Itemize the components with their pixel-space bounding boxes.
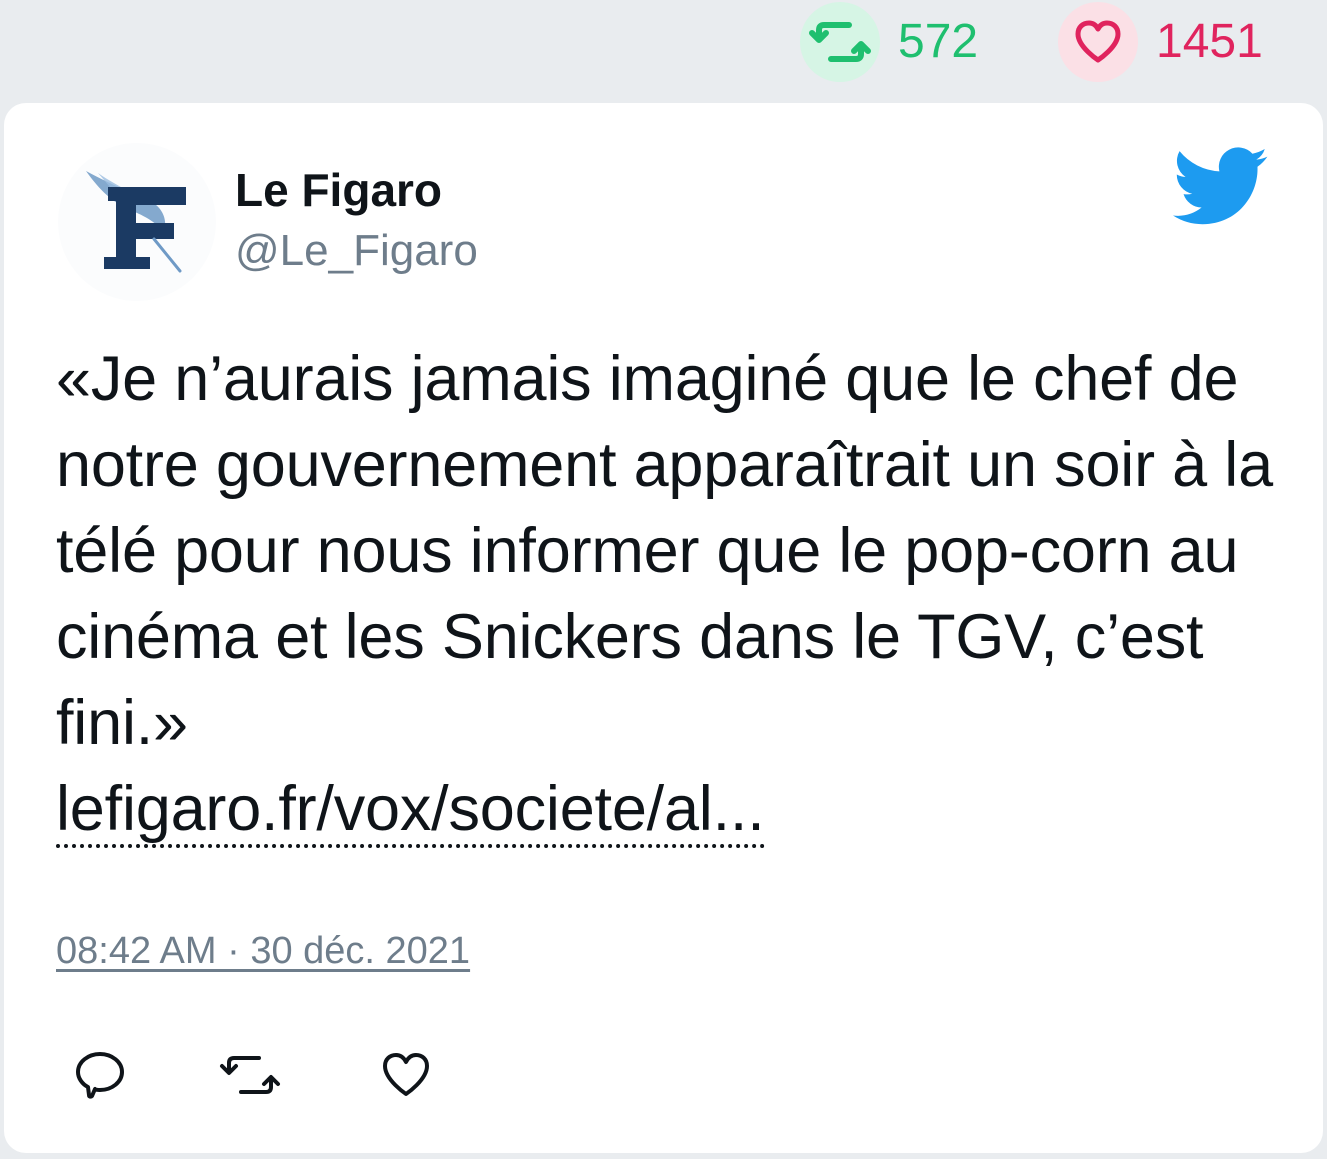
author-name[interactable]: Le Figaro [235, 165, 442, 216]
heart-icon [381, 1052, 431, 1103]
reply-button[interactable] [70, 1047, 130, 1107]
like-count: 1451 [1156, 15, 1263, 68]
tweet-stats-bar: 572 1451 [0, 0, 1327, 100]
like-stat[interactable]: 1451 [1058, 2, 1263, 82]
heart-icon [1058, 2, 1138, 82]
retweet-count: 572 [898, 15, 979, 68]
retweet-stat[interactable]: 572 [800, 2, 978, 82]
tweet-text: «Je n’aurais jamais imaginé que le chef … [56, 336, 1286, 852]
le-figaro-logo [86, 171, 186, 273]
retweet-icon [219, 1053, 281, 1102]
avatar[interactable] [58, 143, 216, 301]
retweet-icon [800, 2, 880, 82]
tweet-body: «Je n’aurais jamais imaginé que le chef … [56, 344, 1273, 758]
author-handle[interactable]: @Le_Figaro [235, 226, 478, 275]
retweet-button[interactable] [220, 1047, 280, 1107]
tweet-link[interactable]: lefigaro.fr/vox/societe/al... [56, 774, 765, 848]
like-button[interactable] [376, 1047, 436, 1107]
reply-icon [74, 1050, 126, 1105]
tweet-card: Le Figaro @Le_Figaro «Je n’aurais jamais… [4, 103, 1323, 1153]
twitter-bird-icon[interactable] [1173, 147, 1269, 227]
tweet-timestamp[interactable]: 08:42 AM · 30 déc. 2021 [56, 930, 470, 973]
